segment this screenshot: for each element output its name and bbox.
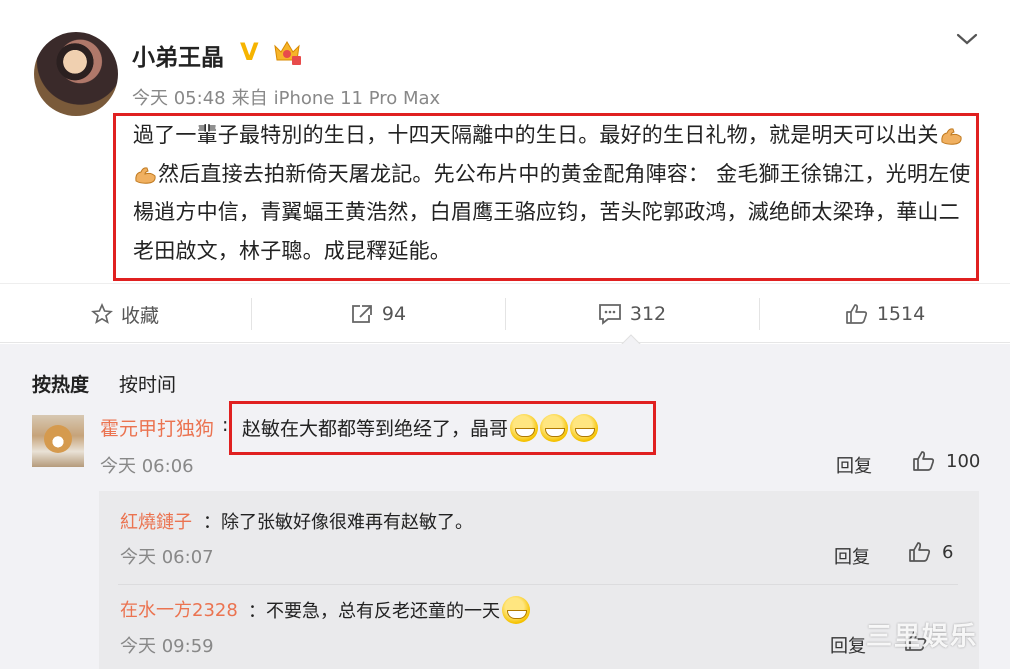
- reply-author[interactable]: 紅燒鏈子: [120, 508, 192, 534]
- comment-colon: :: [222, 414, 229, 436]
- comment-like-button[interactable]: 100: [912, 450, 980, 472]
- post-username[interactable]: 小弟王晶: [132, 38, 224, 72]
- highlight-box-comment: [229, 401, 656, 455]
- commenter-name[interactable]: 霍元甲打独狗: [100, 414, 214, 441]
- weibo-post: 小弟王晶 V 今天 05:48 来自 iPhone 11 Pro Max 過了一輩子…: [0, 0, 1010, 282]
- post-text-part2: 然后直接去拍新倚天屠龙記。先公布片中的黄金配角陣容： 金毛獅王徐锦江，光明左使楊…: [133, 161, 971, 263]
- watermark: 三里娱乐: [866, 622, 979, 652]
- reply-text: ：不要急，总有反老还童的一天: [248, 596, 530, 624]
- sort-by-time-tab[interactable]: 按时间: [119, 374, 176, 396]
- reply-button[interactable]: 回复: [834, 543, 870, 569]
- post-source-prefix: 来自: [231, 88, 268, 109]
- comment-count: 312: [629, 303, 667, 325]
- grin-emoji-icon: [502, 596, 530, 624]
- favorite-button[interactable]: 收藏: [0, 284, 250, 344]
- reply-time: 今天 09:59: [120, 636, 214, 657]
- post-text-part1: 過了一輩子最特別的生日，十四天隔離中的生日。最好的生日礼物，就是明天可以出关: [133, 123, 939, 147]
- comment-time: 今天 06:06: [100, 456, 194, 477]
- reply-like-count: 6: [942, 541, 954, 563]
- reply-time: 今天 06:07: [120, 547, 214, 568]
- repost-count: 94: [381, 303, 407, 325]
- post-text: 過了一輩子最特別的生日，十四天隔離中的生日。最好的生日礼物，就是明天可以出关然后…: [133, 116, 973, 270]
- reply-author[interactable]: 在水一方2328: [120, 596, 238, 622]
- reply-text: ：除了张敏好像很难再有赵敏了。: [203, 512, 473, 533]
- reply-button[interactable]: 回复: [836, 452, 872, 478]
- reply-like-button[interactable]: 6: [908, 541, 953, 563]
- repost-button[interactable]: 94: [252, 284, 504, 344]
- share-icon: [352, 305, 372, 323]
- reply-button[interactable]: 回复: [830, 632, 866, 658]
- favorite-label: 收藏: [120, 304, 159, 327]
- thumbs-up-icon: [909, 542, 931, 562]
- like-button[interactable]: 1514: [760, 284, 1010, 344]
- thumbs-up-icon: [913, 451, 935, 471]
- comment-like-count: 100: [946, 450, 981, 472]
- post-meta: 今天 05:48 来自 iPhone 11 Pro Max: [132, 84, 446, 110]
- sort-by-hot-tab[interactable]: 按热度: [32, 374, 89, 396]
- verified-badge-icon: V: [240, 38, 259, 66]
- comment-icon: [598, 304, 621, 325]
- action-bar: 收藏 94 312 1514: [0, 283, 1010, 343]
- post-source[interactable]: iPhone 11 Pro Max: [274, 88, 441, 109]
- crown-icon: [274, 41, 301, 65]
- flex-arm-emoji-icon: [940, 128, 962, 145]
- reply-text-content: 不要急，总有反老还童的一天: [266, 601, 500, 622]
- reply-separator: [118, 584, 958, 585]
- post-time[interactable]: 今天 05:48: [132, 88, 226, 109]
- flex-arm-emoji-icon: [135, 166, 156, 184]
- like-count: 1514: [876, 303, 926, 325]
- commenter-avatar[interactable]: [32, 415, 84, 467]
- chevron-down-icon[interactable]: [954, 28, 980, 50]
- star-icon: [91, 303, 113, 324]
- user-avatar[interactable]: [34, 32, 118, 116]
- comment-sort: 按热度 按时间: [32, 370, 176, 397]
- reply-text-content: 除了张敏好像很难再有赵敏了。: [221, 512, 473, 533]
- thumbs-up-icon: [845, 304, 867, 324]
